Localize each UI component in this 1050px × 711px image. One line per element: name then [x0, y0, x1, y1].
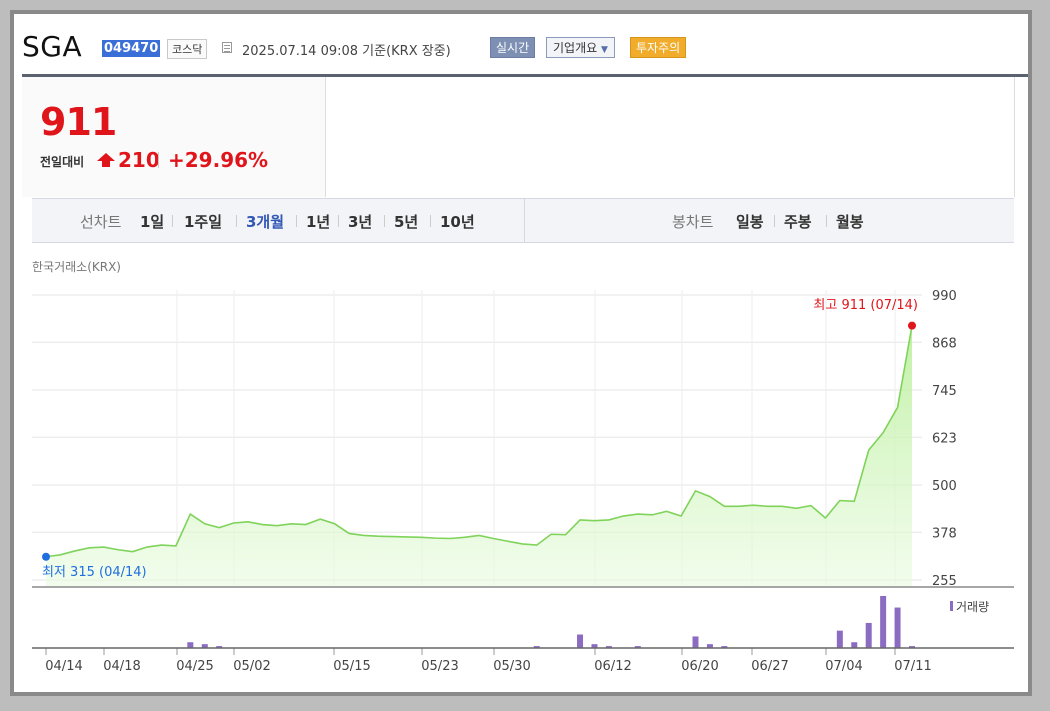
price-area-fill	[46, 325, 912, 586]
x-tick-label: 04/14	[45, 659, 82, 674]
x-tick-label: 06/12	[594, 659, 631, 674]
x-tick-label: 04/25	[176, 659, 213, 674]
low-marker	[42, 552, 50, 561]
volume-legend-swatch	[950, 601, 953, 611]
volume-bar	[692, 636, 699, 648]
x-tick-label: 07/11	[894, 659, 931, 674]
y-tick-label: 378	[932, 526, 957, 541]
y-tick-label: 990	[932, 289, 957, 304]
x-tick-label: 05/02	[233, 659, 270, 674]
high-marker	[908, 321, 916, 330]
price-chart: 99086874562350037825504/14 04/18 04/25 05/0…	[32, 289, 1014, 674]
y-tick-label: 623	[932, 431, 957, 446]
y-tick-label: 500	[932, 479, 957, 494]
y-tick-label: 745	[932, 384, 957, 399]
x-tick-label: 05/30	[493, 659, 530, 674]
volume-bar	[865, 622, 872, 648]
x-tick-label: 07/04	[825, 659, 862, 674]
low-label: 최저 315 (04/14)	[42, 565, 147, 580]
x-tick-label: 06/20	[681, 659, 718, 674]
x-tick-label: 05/23	[421, 659, 458, 674]
volume-legend-label: 거래량	[956, 600, 989, 614]
chart-area	[45, 325, 913, 586]
volume-bars	[187, 596, 915, 648]
high-label: 최고 911 (07/14)	[813, 298, 918, 313]
volume-bar	[880, 596, 887, 648]
x-tick-label: 05/15	[333, 659, 370, 674]
x-tick-label: 06/27	[751, 659, 788, 674]
y-tick-label: 868	[932, 336, 957, 351]
x-tick-label: 04/18	[103, 659, 140, 674]
volume-bar	[187, 642, 194, 648]
volume-bar	[836, 630, 843, 648]
volume-bar	[894, 607, 901, 648]
volume-bar	[577, 634, 584, 648]
volume-bar	[851, 642, 858, 648]
